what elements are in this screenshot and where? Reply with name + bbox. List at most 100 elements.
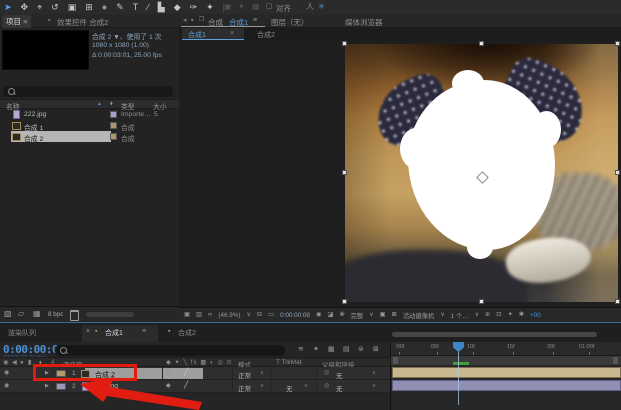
flowchart-icon[interactable]: ✦: [508, 312, 513, 318]
close-icon[interactable]: ×: [86, 328, 90, 335]
selection-tool-icon[interactable]: ➤: [4, 3, 12, 12]
label-chip[interactable]: [110, 133, 117, 140]
tab-layer[interactable]: 图层（无）: [271, 17, 309, 28]
exposure-value[interactable]: +00: [530, 312, 541, 319]
eye-icon[interactable]: ◉: [4, 383, 9, 389]
selection-handle[interactable]: [342, 41, 347, 46]
pickwhip-icon[interactable]: ◎: [324, 370, 329, 376]
grid-guides-icon[interactable]: ⊟: [257, 312, 262, 318]
selection-handle[interactable]: [342, 170, 347, 175]
puppet-pin-tool-icon[interactable]: ✦: [206, 3, 214, 12]
zoom-caret-icon[interactable]: ∨: [246, 312, 250, 318]
always-preview-icon[interactable]: ▣: [184, 312, 190, 318]
tab-label[interactable]: 合成1: [105, 328, 123, 338]
comp-mini-flowchart-icon[interactable]: ≋: [298, 346, 304, 353]
clone-stamp-tool-icon[interactable]: ▙: [158, 3, 165, 12]
selection-handle[interactable]: [479, 299, 484, 304]
mask-toggle-icon[interactable]: ◪: [327, 312, 333, 318]
rotate-tool-icon[interactable]: ↺: [51, 3, 59, 12]
selection-handle[interactable]: [615, 299, 620, 304]
audio-column-icon[interactable]: ◀: [12, 360, 17, 366]
selection-handle[interactable]: [342, 299, 347, 304]
quality-switch-icon[interactable]: ◆: [166, 370, 171, 376]
camera-caret-icon[interactable]: ∨: [440, 312, 444, 318]
hand-tool-icon[interactable]: ✥: [21, 3, 29, 12]
eraser-tool-icon[interactable]: ◆: [174, 3, 181, 12]
brush-tool-icon[interactable]: ∕: [147, 3, 149, 12]
work-area-bar[interactable]: [391, 356, 621, 365]
timeline-jump-icon[interactable]: ⊡: [496, 312, 501, 318]
back-arrow-icon[interactable]: ◂: [183, 17, 187, 24]
resolution-select[interactable]: 完整: [351, 311, 364, 320]
graph-editor-icon[interactable]: ⊠: [373, 346, 379, 353]
trkmat-caret-icon[interactable]: ∨: [304, 384, 308, 389]
tab-effect-controls[interactable]: 效果控件 合成2: [57, 17, 108, 28]
region-of-interest-icon[interactable]: ▭: [268, 312, 274, 318]
draft-3d-icon[interactable]: ✦: [313, 346, 319, 353]
selection-handle[interactable]: [615, 170, 620, 175]
magnification-icon[interactable]: ▥: [196, 312, 202, 318]
interpret-footage-icon[interactable]: ▧: [4, 310, 12, 318]
resolution-caret-icon[interactable]: ∨: [369, 312, 373, 318]
horizontal-scrollbar[interactable]: [86, 312, 134, 317]
view-layout-select[interactable]: 1 个…: [451, 311, 469, 320]
label-chip[interactable]: [110, 111, 117, 118]
hide-shy-layers-icon[interactable]: ▦: [328, 346, 335, 353]
zoom-level[interactable]: (46.9%): [218, 312, 240, 319]
glasses-icon[interactable]: ∞: [208, 312, 213, 318]
project-row-comp1[interactable]: 合成 1 合成: [0, 120, 179, 131]
fx-switch-icon[interactable]: ╱: [184, 369, 188, 376]
eye-column-icon[interactable]: ◉: [3, 360, 8, 366]
panel-menu-icon[interactable]: ≡: [23, 18, 27, 26]
parent-select[interactable]: 无: [336, 383, 343, 393]
close-icon[interactable]: ×: [230, 30, 234, 37]
person-icon[interactable]: 人: [306, 3, 314, 11]
motion-blur-icon[interactable]: ⊜: [358, 346, 364, 353]
pixel-aspect-icon[interactable]: ⊕: [485, 312, 490, 318]
mode-caret-icon[interactable]: ∨: [260, 371, 264, 376]
trkmat-select[interactable]: 无: [286, 383, 293, 393]
tab-media-browser[interactable]: 媒体浏览器: [345, 17, 383, 28]
project-row-comp2-selected[interactable]: 合成 2 合成: [0, 131, 179, 142]
selection-handle[interactable]: [479, 41, 484, 46]
frame-blending-icon[interactable]: ▤: [343, 346, 350, 353]
trash-icon[interactable]: [70, 310, 79, 321]
shape-tool-icon[interactable]: ●: [102, 3, 107, 12]
sort-arrow-icon[interactable]: ▲: [97, 102, 102, 107]
selection-handle[interactable]: [615, 41, 620, 46]
time-ruler[interactable]: :00f 05f 10f 15f 20f 01:00f: [391, 342, 621, 356]
label-chip[interactable]: [110, 122, 117, 129]
eye-icon[interactable]: ◉: [4, 370, 9, 376]
snapshot-icon[interactable]: ◉: [316, 312, 322, 318]
lock-icon[interactable]: ❐: [199, 17, 204, 23]
new-composition-icon[interactable]: ▦: [33, 310, 41, 318]
viewer-timecode[interactable]: 0:00:00:08: [280, 312, 310, 319]
trkmat-column[interactable]: T TrkMat: [276, 359, 302, 366]
panel-menu-icon[interactable]: ≡: [142, 328, 146, 335]
workspace-icon[interactable]: ✳: [318, 3, 325, 11]
parent-select[interactable]: 无: [336, 370, 343, 380]
zoom-tool-icon[interactable]: ⌖: [37, 3, 42, 12]
exposure-reset-icon[interactable]: ✱: [519, 312, 524, 318]
tab-timeline-comp1[interactable]: × ▪ 合成1 ≡: [82, 325, 158, 342]
viewer-canvas[interactable]: [179, 41, 621, 307]
fast-previews-icon[interactable]: ▣: [380, 312, 386, 318]
solo-column-icon[interactable]: ●: [20, 360, 24, 366]
item-name[interactable]: 222.jpg: [24, 111, 46, 118]
comp-tab-label[interactable]: 合成1: [188, 30, 206, 40]
blend-mode-select[interactable]: 正常: [238, 383, 251, 393]
new-folder-icon[interactable]: ▱: [18, 310, 24, 318]
comp-tab-label[interactable]: 合成2: [257, 30, 275, 40]
blend-mode-select[interactable]: 正常: [238, 370, 251, 380]
cat-photo-layer[interactable]: [345, 44, 618, 302]
timeline-navigator-bar[interactable]: [392, 332, 597, 337]
project-list-header[interactable]: 名称 ▲ ⬧ 类型 大小: [0, 99, 179, 109]
parent-caret-icon[interactable]: ∨: [372, 371, 376, 376]
transparency-grid-icon[interactable]: ⊠: [392, 312, 397, 318]
pan-behind-tool-icon[interactable]: ⊞: [85, 3, 93, 12]
layer-label-chip[interactable]: [56, 383, 66, 390]
bit-depth-button[interactable]: 8 bpc: [48, 311, 63, 318]
tab-timeline-comp2[interactable]: 合成2: [178, 328, 196, 338]
item-name[interactable]: 合成 2: [24, 133, 43, 143]
panel-menu-icon[interactable]: ≡: [253, 17, 257, 24]
